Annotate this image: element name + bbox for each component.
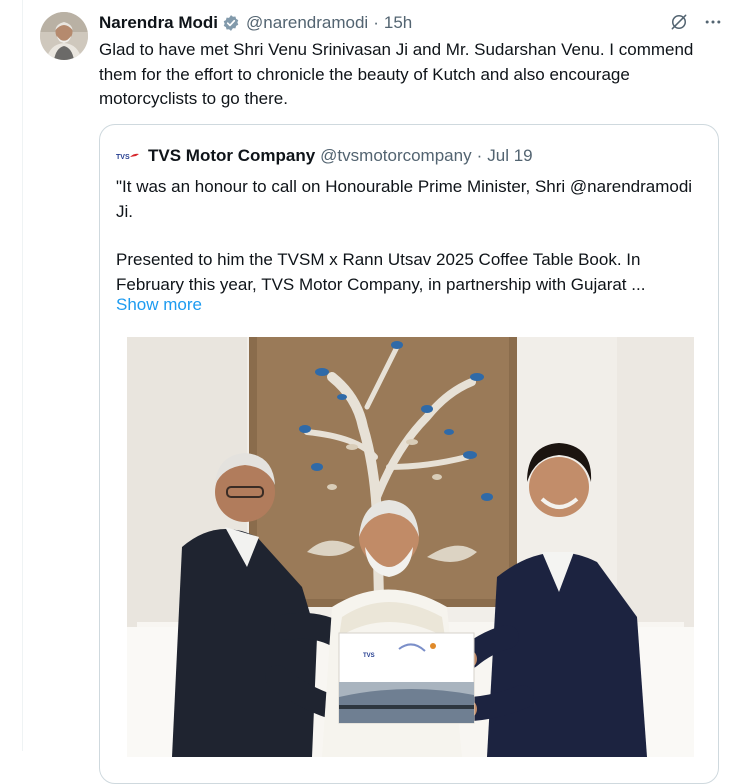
more-icon[interactable] bbox=[703, 12, 723, 37]
quoted-paragraph: "It was an honour to call on Honourable … bbox=[116, 177, 693, 221]
verified-badge-icon bbox=[222, 14, 240, 32]
tweet[interactable]: Narendra Modi @narendramodi · 15h Glad t bbox=[23, 0, 739, 784]
quoted-time[interactable]: Jul 19 bbox=[487, 146, 532, 166]
svg-text:TVS: TVS bbox=[116, 154, 130, 161]
show-more-link[interactable]: Show more bbox=[116, 295, 202, 315]
quoted-text: "It was an honour to call on Honourable … bbox=[116, 175, 706, 297]
book-logo-text: TVS bbox=[363, 653, 375, 659]
tvs-logo-icon: TVS bbox=[116, 150, 140, 162]
quoted-author-name[interactable]: TVS Motor Company bbox=[148, 146, 315, 166]
grok-icon[interactable] bbox=[669, 12, 689, 37]
avatar[interactable] bbox=[40, 12, 88, 60]
quoted-photo[interactable]: TVS bbox=[127, 337, 694, 757]
quoted-header: TVS TVS Motor Company @tvsmotorcompany ·… bbox=[116, 145, 533, 167]
separator-dot: · bbox=[373, 13, 379, 32]
tweet-header: Narendra Modi @narendramodi · 15h bbox=[99, 12, 412, 34]
quoted-author-handle[interactable]: @tvsmotorcompany bbox=[320, 146, 471, 166]
separator-dot: · bbox=[476, 146, 483, 165]
tweet-header-actions bbox=[669, 12, 723, 37]
quoted-tweet[interactable]: TVS TVS Motor Company @tvsmotorcompany ·… bbox=[99, 124, 719, 784]
author-name[interactable]: Narendra Modi bbox=[99, 13, 218, 33]
author-handle[interactable]: @narendramodi bbox=[246, 13, 368, 33]
tweet-text: Glad to have met Shri Venu Srinivasan Ji… bbox=[99, 40, 694, 108]
quoted-paragraph: Presented to him the TVSM x Rann Utsav 2… bbox=[116, 250, 646, 294]
tweet-time[interactable]: 15h bbox=[384, 13, 412, 33]
